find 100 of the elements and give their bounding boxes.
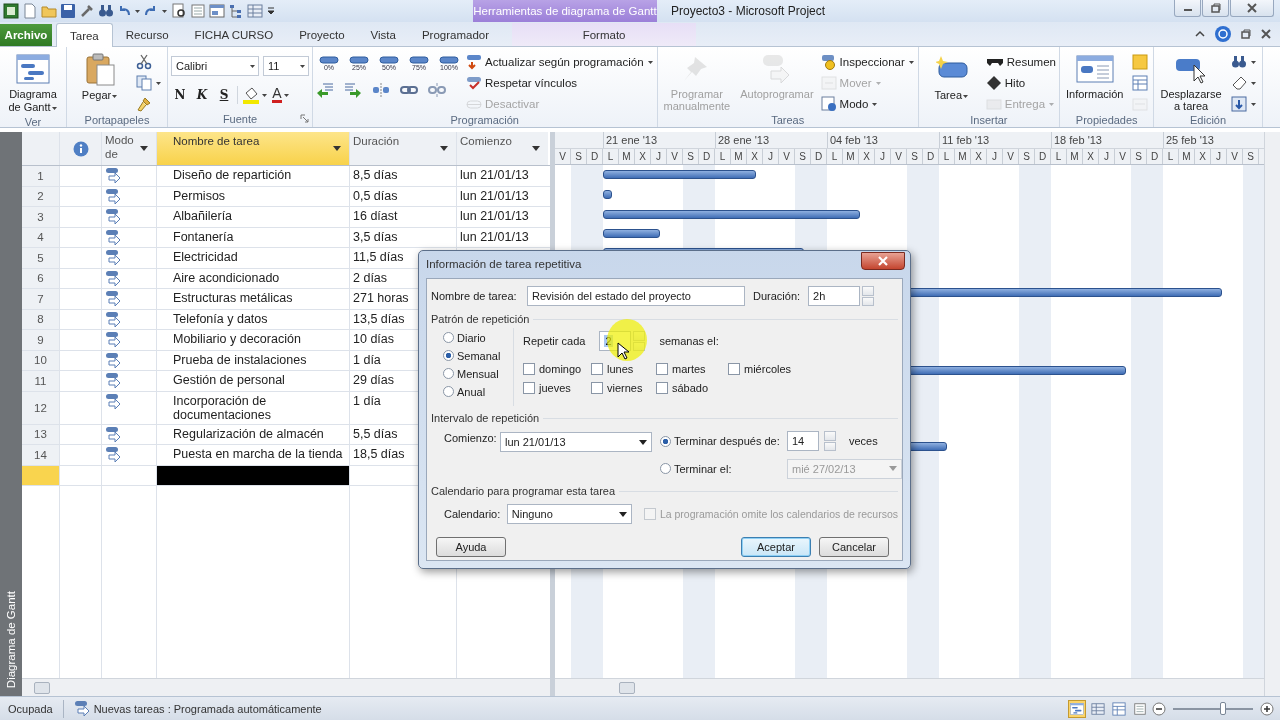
table-cell-text: lun 21/01/13: [460, 208, 529, 225]
group-label: Propiedades: [1075, 114, 1138, 126]
group-label: Ver: [24, 116, 42, 128]
ribbon-tab[interactable]: Recurso: [112, 23, 182, 46]
timescale-label: 04 feb '13: [830, 134, 878, 146]
font-size-combo[interactable]: 11: [263, 56, 309, 76]
ribbon-button[interactable]: Desplazarse a tarea: [1157, 50, 1225, 113]
timescale-label: 28 ene '13: [718, 134, 770, 146]
ribbon-tab[interactable]: Vista: [357, 23, 409, 46]
section-heading: Intervalo de repetición: [431, 412, 540, 424]
group-label: Programación: [450, 114, 519, 126]
input-field[interactable]: 14: [787, 431, 819, 452]
day-label: J: [1104, 151, 1109, 162]
input-field[interactable]: 2h: [808, 286, 861, 306]
table-cell-text: Puesta en marcha de la tienda: [173, 446, 343, 463]
row-number: 13: [22, 424, 60, 444]
ribbon-button[interactable]: Resumen: [985, 52, 1056, 71]
table-cell-text: Regularización de almacén: [173, 425, 324, 443]
status-text: Nuevas tareas : Programada automáticamente: [93, 702, 322, 715]
checkbox-label: La programación omite los calendarios de recursos: [659, 508, 898, 520]
table-cell-text: 271 horas: [353, 290, 409, 307]
ribbon-button[interactable]: Tarea: [921, 50, 982, 113]
field-label: Duración:: [753, 290, 801, 302]
day-label: S: [1247, 151, 1254, 162]
font-name-combo[interactable]: Calibri: [171, 56, 259, 76]
day-label: J: [992, 151, 997, 162]
row-number: 14: [22, 445, 60, 465]
table-cell-text: 8,5 días: [353, 167, 398, 184]
day-label: M: [958, 151, 967, 162]
day-label: X: [1199, 151, 1206, 162]
row-number: 8: [22, 309, 60, 329]
day-label: D: [814, 151, 823, 162]
day-label: V: [559, 151, 566, 162]
file-tab[interactable]: Archivo: [0, 24, 52, 46]
table-cell-text: Electricidad: [173, 249, 238, 266]
date-dropdown[interactable]: lun 21/01/13: [500, 432, 652, 452]
column-header[interactable]: Comienzo: [457, 132, 548, 165]
day-label: V: [1007, 151, 1014, 162]
ribbon-button[interactable]: Inspeccionar: [820, 52, 915, 71]
window-title: Proyecto3 - Microsoft Project: [671, 4, 826, 18]
radio-label: Diario: [457, 331, 486, 344]
font-style-button[interactable]: K: [193, 84, 211, 106]
ribbon-button[interactable]: Pegar: [70, 50, 130, 113]
table-cell-text: 5,5 días: [353, 425, 398, 443]
day-label: S: [1023, 151, 1030, 162]
row-number: 7: [22, 289, 60, 309]
ribbon-button[interactable]: Diagrama de Gantt: [3, 50, 63, 116]
checkbox-label: viernes: [607, 381, 643, 394]
ribbon-tab[interactable]: Formato: [512, 23, 697, 46]
day-label: S: [1135, 151, 1142, 162]
ribbon-button[interactable]: Hito: [985, 73, 1056, 92]
ribbon-button[interactable]: Actualizar según programación: [466, 52, 654, 71]
field-label: Comienzo:: [444, 432, 498, 444]
table-cell-text: Permisos: [173, 187, 226, 205]
column-header[interactable]: Modo de: [102, 132, 157, 165]
day-label: V: [671, 151, 678, 162]
row-number: 1: [22, 166, 60, 186]
day-label: M: [622, 151, 631, 162]
ribbon-tab[interactable]: Proyecto: [286, 23, 358, 46]
input-field[interactable]: Revisión del estado del proyecto: [527, 286, 745, 306]
timescale-label: 21 ene '13: [606, 134, 658, 146]
ribbon-button[interactable]: Información: [1063, 50, 1127, 113]
checkbox-label: jueves: [539, 381, 571, 394]
dialog-button[interactable]: Ayuda: [436, 537, 506, 557]
table-cell-text: 2 días: [353, 269, 388, 287]
group-label: Insertar: [970, 114, 1008, 126]
dialog-button[interactable]: Cancelar: [819, 537, 889, 557]
day-label: D: [1150, 151, 1159, 162]
day-label: X: [975, 151, 982, 162]
day-label: J: [1216, 151, 1221, 162]
day-label: L: [719, 151, 726, 162]
day-label: S: [799, 151, 806, 162]
view-bar[interactable]: Diagrama de Gantt: [0, 132, 22, 696]
column-header[interactable]: Nombre de tarea: [157, 132, 350, 165]
section-heading: Patrón de repetición: [431, 313, 530, 325]
group-label: Tareas: [771, 114, 805, 126]
font-style-button[interactable]: S: [215, 84, 233, 106]
day-label: M: [734, 151, 743, 162]
table-cell-text: Incorporación de documentaciones: [173, 392, 272, 424]
day-label: S: [911, 151, 918, 162]
ribbon-tab[interactable]: FICHA CURSO: [181, 23, 287, 46]
ribbon-tab[interactable]: Programador: [408, 23, 503, 46]
calendar-dropdown[interactable]: Ninguno: [506, 504, 632, 524]
ribbon-button[interactable]: Modo: [820, 94, 915, 113]
day-label: M: [1070, 151, 1079, 162]
table-cell-text: 18,5 días: [353, 446, 405, 463]
font-color-button[interactable]: A: [272, 84, 290, 106]
table-cell-text: 13,5 días: [353, 310, 405, 328]
table-cell-text: lun 21/01/13: [460, 167, 529, 184]
row-number: 2: [22, 186, 60, 206]
table-cell-text: Fontanería: [173, 228, 234, 246]
column-header[interactable]: Duración: [350, 132, 457, 165]
day-label: X: [639, 151, 646, 162]
group-label: Edición: [1190, 114, 1227, 126]
day-label: X: [751, 151, 758, 162]
dialog-button[interactable]: Aceptar: [741, 537, 811, 557]
font-style-button[interactable]: N: [171, 84, 189, 106]
ribbon-tab[interactable]: Tarea: [56, 23, 113, 47]
ribbon-button[interactable]: Respetar vínculos: [466, 73, 654, 92]
day-label: D: [1038, 151, 1047, 162]
